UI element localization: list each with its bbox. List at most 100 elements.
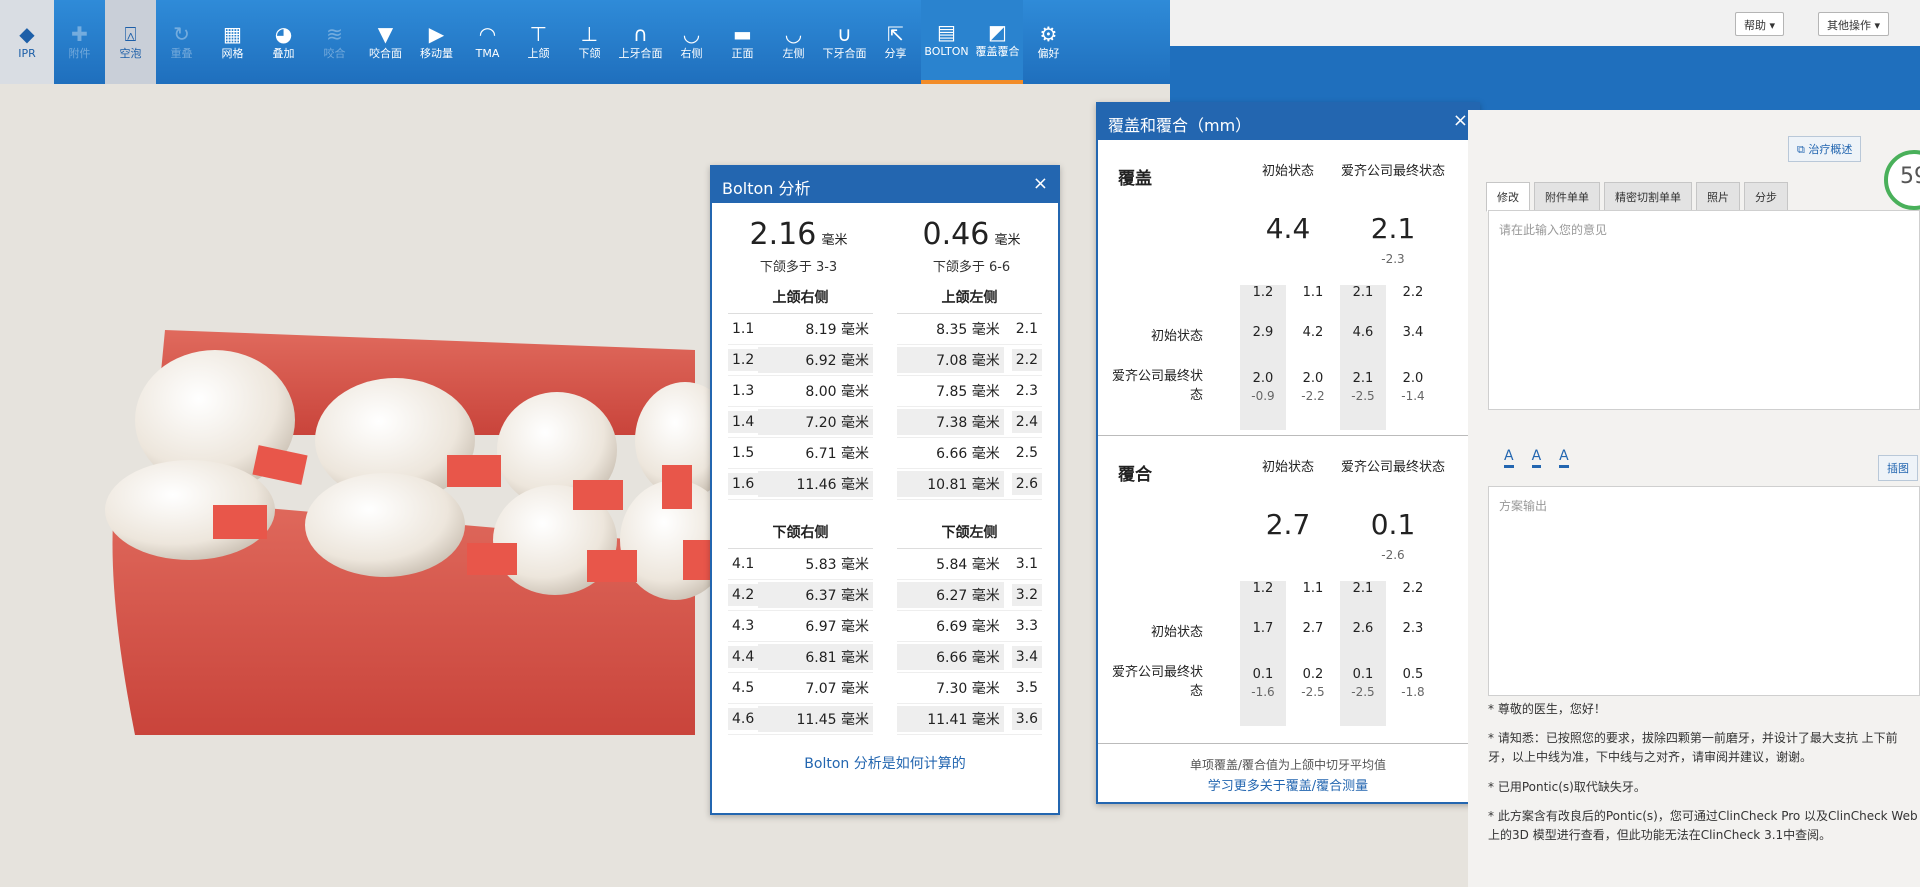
overlay-icon: ◕ [274,22,293,47]
toolbar-button-14[interactable]: ▬ 正面 [717,0,768,84]
insert-image-button[interactable]: 插图 [1878,455,1918,481]
toolbar-label: 左侧 [782,47,805,61]
bolton-row: 6.69 毫米 3.3 [897,611,1042,642]
toolbar-button-13[interactable]: ◡ 右侧 [666,0,717,84]
toolbar-button-20[interactable]: ⚙ 偏好 [1023,0,1074,84]
toolbar-label: BOLTON [924,45,969,59]
close-icon[interactable]: × [1453,110,1468,131]
toolbar-button-11[interactable]: ⊥ 下颌 [564,0,615,84]
attachment-marker [573,480,623,510]
font-size-button[interactable]: A [1531,448,1542,468]
final-value: 2.1 [1370,212,1416,245]
note-item: * 请知悉：已按照您的要求，拔除四颗第一前磨牙，并设计了最大支抗 上下前牙，以上… [1488,731,1898,765]
toolbar-button-10[interactable]: ⊤ 上颌 [513,0,564,84]
font-style-button[interactable]: A [1559,448,1569,468]
overbite-learn-more-link[interactable]: 学习更多关于覆盖/覆合测量 [1098,775,1478,794]
plan-output-textarea[interactable]: 方案输出 [1488,486,1920,696]
diamond-icon: ◆ [19,22,35,47]
tab-0[interactable]: 修改 [1486,182,1530,212]
toolbar-button-1[interactable]: ✚ 附件 [54,0,105,84]
tooth-number: 1.1 [732,321,755,337]
final-tooth-delta: -1.8 [1401,685,1425,699]
tooth-column: 1.2 2.9 2.0 -0.9 [1240,285,1286,430]
bolton-summary-3-3: 2.16 毫米 下颌多于 3-3 [712,217,885,275]
bolton-row: 11.41 毫米 3.6 [897,704,1042,735]
tab-1[interactable]: 附件单单 [1534,182,1600,212]
toolbar-button-15[interactable]: ◡ 左侧 [768,0,819,84]
tab-4[interactable]: 分步 [1744,182,1788,212]
tooth-column: 2.1 2.6 0.1 -2.5 [1340,581,1386,726]
calculator-icon: ▤ [937,20,956,45]
bolton-row: 4.6 11.45 毫米 [728,704,873,735]
toolbar-button-5[interactable]: ◕ 叠加 [258,0,309,84]
comment-textarea[interactable]: 请在此输入您的意见 [1488,210,1920,410]
toolbar-label: 咬合 [323,47,346,61]
overbite-footer: 单项覆盖/覆合值为上颌中切牙平均值 学习更多关于覆盖/覆合测量 [1098,744,1478,794]
tooth-width: 5.83 毫米 [805,557,869,573]
bolton-help-link[interactable]: Bolton 分析是如何计算的 [712,753,1058,773]
close-icon[interactable]: × [1033,173,1048,194]
bolton-panel-header: Bolton 分析 × [712,167,1058,203]
toolbar-button-3[interactable]: ↻ 重叠 [156,0,207,84]
initial-tooth-value: 4.2 [1302,325,1324,340]
tab-3[interactable]: 照片 [1696,182,1740,212]
tab-2[interactable]: 精密切割单单 [1604,182,1692,212]
bolton-row: 8.35 毫米 2.1 [897,314,1042,345]
gauge-icon: ◠ [478,22,497,47]
tooth-number: 1.5 [732,445,755,461]
toolbar-button-4[interactable]: ▦ 网格 [207,0,258,84]
tooth-width: 7.08 毫米 [897,347,1004,373]
tooth-width: 6.66 毫米 [936,446,1000,462]
toolbar-button-8[interactable]: ▶ 移动量 [411,0,462,84]
note-item: * 此方案含有改良后的Pontic(s)，您可通过ClinCheck Pro 以… [1488,808,1918,842]
grid-icon: ▦ [223,22,242,47]
font-color-button[interactable]: A [1504,448,1514,468]
initial-tooth-value: 1.7 [1252,621,1274,636]
final-tooth-value: 2.0 [1252,371,1274,386]
overbite-section: 覆合 初始状态 爱齐公司最终状态 2.7 0.1 -2.6 1.2 1.7 0.1 -1.6 1.1… [1098,436,1478,744]
final-tooth-value: 0.1 [1352,667,1374,682]
tooth-width: 10.81 毫米 [897,471,1004,497]
row-label-initial: 初始状态 [1150,329,1203,344]
help-dropdown[interactable]: 帮助 ▾ [1735,12,1785,36]
tooth-column: 2.2 3.4 2.0 -1.4 [1390,285,1436,430]
final-value: 0.1 [1370,508,1416,541]
bolton-row: 6.66 毫米 3.4 [897,642,1042,673]
tooth-number: 4.5 [732,680,755,696]
progress-gauge: 59 [1884,150,1920,210]
final-delta: -2.6 [1381,548,1405,562]
other-actions-dropdown[interactable]: 其他操作 ▾ [1818,12,1890,36]
bolton-unit: 毫米 [821,233,848,248]
bolton-row: 4.2 6.37 毫米 [728,580,873,611]
final-tooth-value: 0.2 [1302,667,1324,682]
toolbar-button-7[interactable]: ▼ 咬合面 [360,0,411,84]
tooth-number: 2.3 [1015,383,1038,399]
bolton-row: 1.2 6.92 毫米 [728,345,873,376]
tooth-column: 2.1 4.6 2.1 -2.5 [1340,285,1386,430]
treatment-overview-button[interactable]: ⧉ 治疗概述 [1788,136,1862,162]
tooth-column: 2.2 2.3 0.5 -1.8 [1390,581,1436,726]
row-label-initial: 初始状态 [1150,625,1203,640]
gear-icon: ⚙ [1039,22,1058,47]
column-header-final: 爱齐公司最终状态 [1340,460,1445,475]
front-view-icon: ▬ [733,22,752,47]
teeth-3d-model[interactable] [95,325,735,745]
final-tooth-delta: -2.5 [1351,685,1375,699]
toolbar-button-17[interactable]: ⇱ 分享 [870,0,921,84]
toolbar-button-2[interactable]: ⍓ 空泡 [105,0,156,84]
toolbar-button-12[interactable]: ∩ 上牙合面 [615,0,666,84]
tooth-number: 2.2 [1011,349,1042,371]
row-label-final: 爱齐公司最终状态 [1111,665,1203,699]
toolbar-button-6[interactable]: ≋ 咬合 [309,0,360,84]
attachment-marker [252,445,308,485]
section-title: 覆合 [1118,465,1152,485]
tooth-column: 1.1 4.2 2.0 -2.2 [1290,285,1336,430]
note-item: * 尊敬的医生，您好！ [1488,702,1606,716]
section-title: 覆盖 [1118,169,1152,189]
tooth-number: 1.3 [732,383,755,399]
toolbar-button-18[interactable]: ▤ BOLTON [921,0,972,84]
toolbar-button-16[interactable]: ∪ 下牙合面 [819,0,870,84]
toolbar-button-9[interactable]: ◠ TMA [462,0,513,84]
toolbar-button-0[interactable]: ◆ IPR [0,0,54,84]
toolbar-button-19[interactable]: ◩ 覆盖覆合 [972,0,1023,84]
